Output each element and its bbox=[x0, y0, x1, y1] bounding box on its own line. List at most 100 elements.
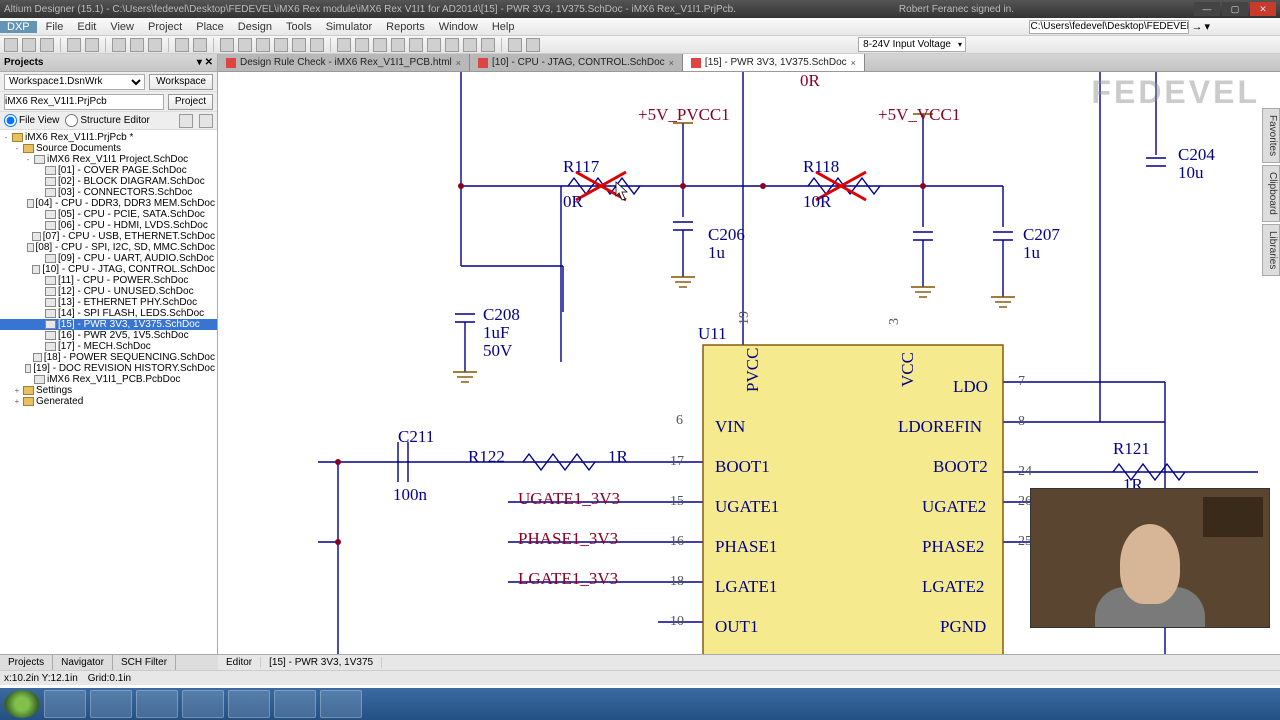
tool-redo-icon[interactable] bbox=[193, 38, 207, 52]
search-dropdown-icon[interactable]: ▾ bbox=[1204, 20, 1210, 33]
panel-opt2-icon[interactable] bbox=[199, 114, 213, 128]
menu-design[interactable]: Design bbox=[231, 21, 279, 33]
tree-item[interactable]: [03] - CONNECTORS.SchDoc bbox=[0, 187, 217, 198]
tool-sheet-icon[interactable] bbox=[445, 38, 459, 52]
dock-tab-libraries[interactable]: Libraries bbox=[1262, 224, 1280, 276]
tree-item[interactable]: [11] - CPU - POWER.SchDoc bbox=[0, 275, 217, 286]
minimize-button[interactable]: — bbox=[1194, 2, 1220, 16]
tool-cut-icon[interactable] bbox=[112, 38, 126, 52]
doc-tab[interactable]: [15] - PWR 3V3, 1V375.SchDoc× bbox=[683, 54, 865, 71]
tree-item[interactable]: [19] - DOC REVISION HISTORY.SchDoc bbox=[0, 363, 217, 374]
left-tab-navigator[interactable]: Navigator bbox=[53, 655, 113, 670]
tool-b-icon[interactable] bbox=[238, 38, 252, 52]
menu-file[interactable]: File bbox=[39, 21, 71, 33]
tree-item[interactable]: +Generated bbox=[0, 396, 217, 407]
tree-item[interactable]: [18] - POWER SEQUENCING.SchDoc bbox=[0, 352, 217, 363]
menu-simulator[interactable]: Simulator bbox=[319, 21, 379, 33]
file-view-radio[interactable]: File View bbox=[4, 114, 59, 127]
tree-item[interactable]: [05] - CPU - PCIE, SATA.SchDoc bbox=[0, 209, 217, 220]
tool-green-icon[interactable] bbox=[526, 38, 540, 52]
menu-dxp[interactable]: DXP bbox=[0, 21, 37, 33]
project-button[interactable]: Project bbox=[168, 94, 213, 110]
tool-open-icon[interactable] bbox=[22, 38, 36, 52]
path-search-input[interactable] bbox=[1029, 20, 1189, 34]
svg-text:R122: R122 bbox=[468, 447, 505, 466]
tree-item[interactable]: [17] - MECH.SchDoc bbox=[0, 341, 217, 352]
task-app1[interactable] bbox=[136, 690, 178, 718]
menu-help[interactable]: Help bbox=[485, 21, 522, 33]
tool-bus-icon[interactable] bbox=[355, 38, 369, 52]
task-notepad[interactable] bbox=[90, 690, 132, 718]
tree-item[interactable]: [13] - ETHERNET PHY.SchDoc bbox=[0, 297, 217, 308]
menu-place[interactable]: Place bbox=[189, 21, 231, 33]
tree-item[interactable]: -Source Documents bbox=[0, 143, 217, 154]
tool-e-icon[interactable] bbox=[292, 38, 306, 52]
tool-f-icon[interactable] bbox=[310, 38, 324, 52]
doc-tab[interactable]: Design Rule Check - iMX6 Rex_V1I1_PCB.ht… bbox=[218, 54, 470, 71]
tool-array-icon[interactable] bbox=[481, 38, 495, 52]
left-tab-projects[interactable]: Projects bbox=[0, 655, 53, 670]
task-app2[interactable] bbox=[274, 690, 316, 718]
tool-power-icon[interactable] bbox=[409, 38, 423, 52]
tool-copy-icon[interactable] bbox=[130, 38, 144, 52]
dock-tab-clipboard[interactable]: Clipboard bbox=[1262, 165, 1280, 222]
left-tab-schfilter[interactable]: SCH Filter bbox=[113, 655, 176, 670]
menu-tools[interactable]: Tools bbox=[279, 21, 319, 33]
tree-item[interactable]: [04] - CPU - DDR3, DDR3 MEM.SchDoc bbox=[0, 198, 217, 209]
svg-text:0R: 0R bbox=[800, 72, 821, 90]
panel-menu-icon[interactable]: ▾ ✕ bbox=[197, 57, 213, 68]
search-go-icon[interactable]: → bbox=[1191, 21, 1202, 33]
project-tree[interactable]: -iMX6 Rex_V1I1.PrjPcb *-Source Documents… bbox=[0, 130, 217, 672]
tool-part-icon[interactable] bbox=[427, 38, 441, 52]
maximize-button[interactable]: ▢ bbox=[1222, 2, 1248, 16]
tree-item[interactable]: +Settings bbox=[0, 385, 217, 396]
structure-editor-radio[interactable]: Structure Editor bbox=[65, 114, 149, 127]
variant-combo[interactable]: 8-24V Input Voltage bbox=[858, 37, 966, 52]
tree-item[interactable]: -iMX6 Rex_V1I1.PrjPcb * bbox=[0, 132, 217, 143]
start-button[interactable] bbox=[4, 690, 40, 718]
project-name-field[interactable] bbox=[4, 94, 164, 110]
tree-item[interactable]: [12] - CPU - UNUSED.SchDoc bbox=[0, 286, 217, 297]
menu-edit[interactable]: Edit bbox=[70, 21, 103, 33]
tree-item[interactable]: [15] - PWR 3V3, 1V375.SchDoc bbox=[0, 319, 217, 330]
task-chrome[interactable] bbox=[44, 690, 86, 718]
task-altium2[interactable] bbox=[320, 690, 362, 718]
tree-item[interactable]: iMX6 Rex_V1I1_PCB.PcbDoc bbox=[0, 374, 217, 385]
workspace-select[interactable]: Workspace1.DsnWrk bbox=[4, 74, 145, 90]
tool-red-x-icon[interactable] bbox=[508, 38, 522, 52]
tool-d-icon[interactable] bbox=[274, 38, 288, 52]
tree-item[interactable]: [16] - PWR 2V5, 1V5.SchDoc bbox=[0, 330, 217, 341]
tool-c-icon[interactable] bbox=[256, 38, 270, 52]
tool-net-icon[interactable] bbox=[373, 38, 387, 52]
workspace-button[interactable]: Workspace bbox=[149, 74, 213, 90]
tree-item[interactable]: [02] - BLOCK DIAGRAM.SchDoc bbox=[0, 176, 217, 187]
menu-view[interactable]: View bbox=[103, 21, 141, 33]
tree-item[interactable]: [09] - CPU - UART, AUDIO.SchDoc bbox=[0, 253, 217, 264]
menu-window[interactable]: Window bbox=[432, 21, 485, 33]
tool-zoom-icon[interactable] bbox=[85, 38, 99, 52]
tree-item[interactable]: -iMX6 Rex_V1I1 Project.SchDoc bbox=[0, 154, 217, 165]
tool-a-icon[interactable] bbox=[220, 38, 234, 52]
tree-item[interactable]: [14] - SPI FLASH, LEDS.SchDoc bbox=[0, 308, 217, 319]
tool-save-icon[interactable] bbox=[40, 38, 54, 52]
tree-item[interactable]: [01] - COVER PAGE.SchDoc bbox=[0, 165, 217, 176]
doc-tab[interactable]: [10] - CPU - JTAG, CONTROL.SchDoc× bbox=[470, 54, 683, 71]
task-java[interactable] bbox=[228, 690, 270, 718]
dock-tab-favorites[interactable]: Favorites bbox=[1262, 108, 1280, 163]
tree-item[interactable]: [10] - CPU - JTAG, CONTROL.SchDoc bbox=[0, 264, 217, 275]
tree-item[interactable]: [06] - CPU - HDMI, LVDS.SchDoc bbox=[0, 220, 217, 231]
task-altium1[interactable] bbox=[182, 690, 224, 718]
menu-project[interactable]: Project bbox=[141, 21, 189, 33]
menu-reports[interactable]: Reports bbox=[379, 21, 432, 33]
tool-port-icon[interactable] bbox=[391, 38, 405, 52]
tool-text-icon[interactable] bbox=[463, 38, 477, 52]
tool-wire-icon[interactable] bbox=[337, 38, 351, 52]
tree-item[interactable]: [07] - CPU - USB, ETHERNET.SchDoc bbox=[0, 231, 217, 242]
tool-print-icon[interactable] bbox=[67, 38, 81, 52]
tool-undo-icon[interactable] bbox=[175, 38, 189, 52]
panel-opt1-icon[interactable] bbox=[179, 114, 193, 128]
close-button[interactable]: ✕ bbox=[1250, 2, 1276, 16]
tree-item[interactable]: [08] - CPU - SPI, I2C, SD, MMC.SchDoc bbox=[0, 242, 217, 253]
tool-new-icon[interactable] bbox=[4, 38, 18, 52]
tool-paste-icon[interactable] bbox=[148, 38, 162, 52]
